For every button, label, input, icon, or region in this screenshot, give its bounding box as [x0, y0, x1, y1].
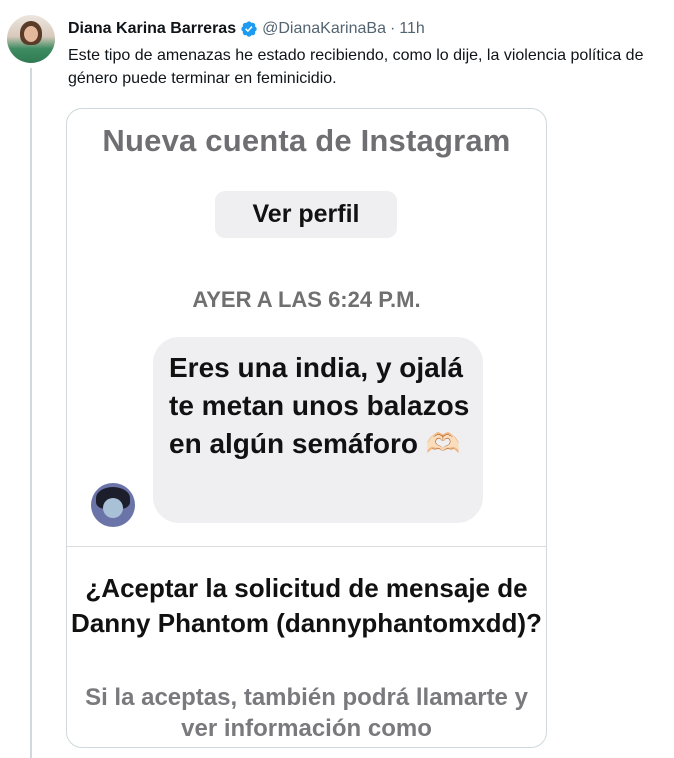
message-request-title: ¿Aceptar la solicitud de mensaje de Dann…	[71, 573, 542, 638]
verified-badge-icon	[241, 21, 257, 37]
thread-connector-line	[30, 68, 32, 758]
tweet-header: Diana Karina Barreras @DianaKarinaBa · 1…	[68, 18, 425, 40]
view-profile-button: Ver perfil	[215, 191, 397, 238]
tweet-text: Este tipo de amenazas he estado recibien…	[68, 47, 644, 87]
message-request-subtitle: Si la aceptas, también podrá llamarte y …	[85, 684, 528, 742]
tweet-media-image[interactable]: Nueva cuenta de Instagram Ver perfil AYE…	[66, 108, 547, 748]
message-timestamp: AYER A LAS 6:24 P.M.	[192, 287, 421, 312]
author-display-name[interactable]: Diana Karina Barreras	[68, 20, 236, 38]
header-separator: ·	[389, 20, 396, 37]
tweet-timestamp[interactable]: 11h	[399, 20, 425, 38]
sender-avatar-face	[103, 498, 123, 518]
message-text: Eres una india, y ojalá te metan unos ba…	[169, 352, 470, 459]
instagram-header-title: Nueva cuenta de Instagram	[102, 123, 511, 158]
section-divider	[67, 546, 546, 547]
author-handle[interactable]: @DianaKarinaBa	[262, 20, 386, 38]
author-avatar[interactable]	[7, 15, 55, 63]
avatar-face	[24, 26, 38, 42]
sender-avatar	[91, 483, 135, 527]
